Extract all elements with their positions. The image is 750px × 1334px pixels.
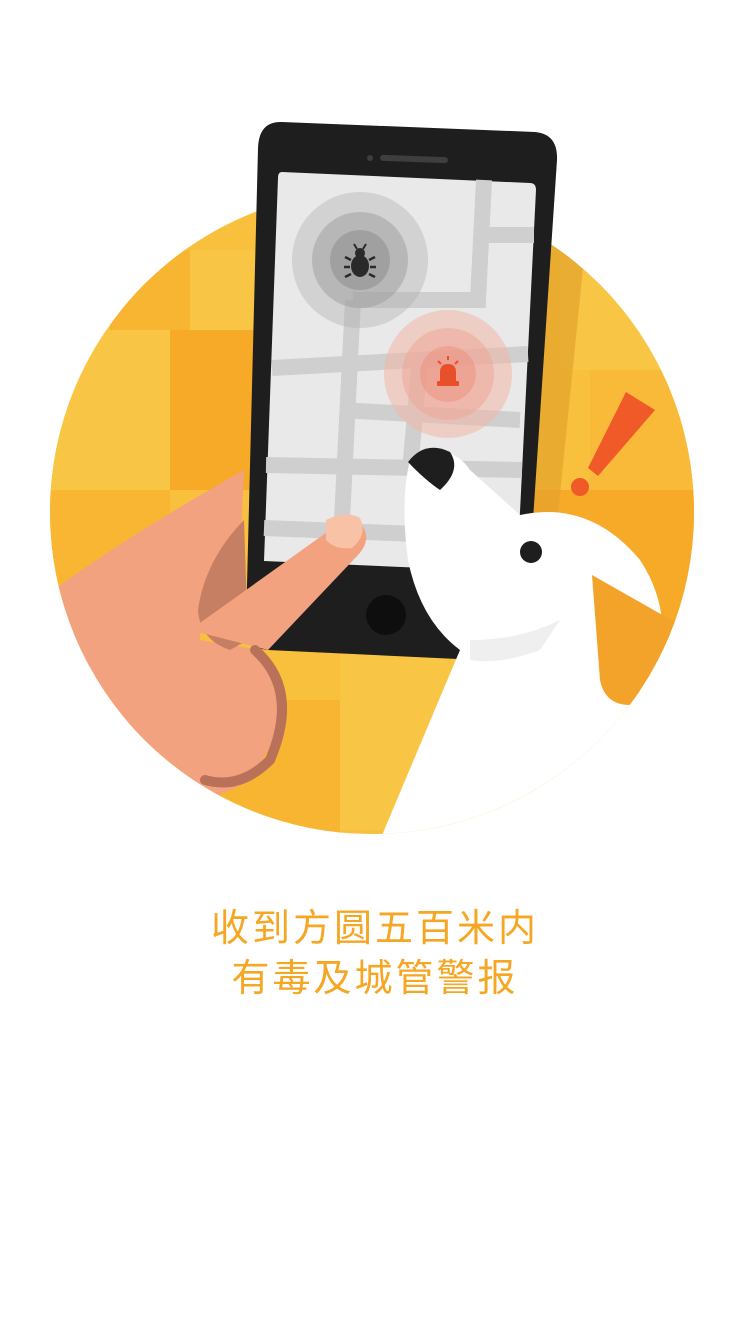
onboarding-illustration <box>50 121 694 834</box>
phone-camera <box>367 155 373 161</box>
onboarding-caption-line-1: 收到方圆五百米内 <box>210 906 539 950</box>
phone-home-button <box>366 595 406 635</box>
onboarding-caption-line-2: 有毒及城管警报 <box>231 956 519 1000</box>
bird-eye <box>520 541 542 563</box>
